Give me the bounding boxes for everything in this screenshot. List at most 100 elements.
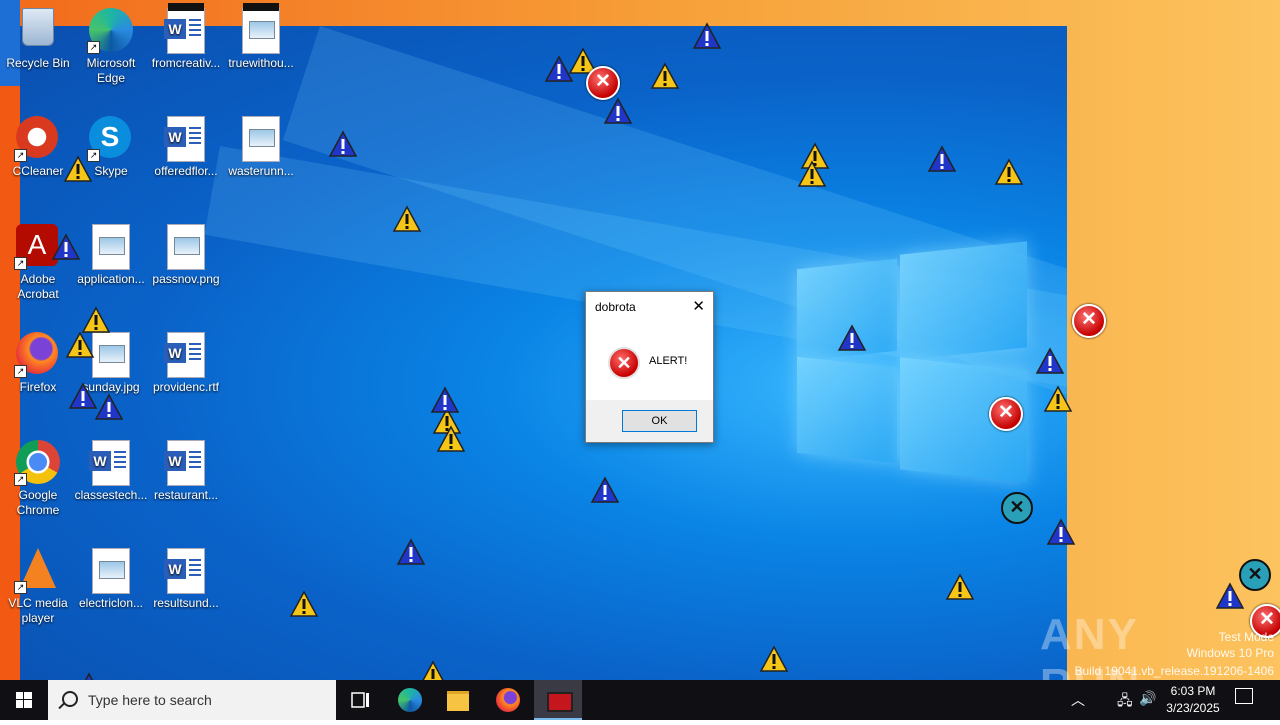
warning-icon bbox=[51, 233, 81, 261]
chevron-up-icon[interactable]: ︿ bbox=[1071, 690, 1085, 710]
desktop-icon-label: truewithou... bbox=[228, 56, 294, 70]
desktop-icon-label: fromcreativ... bbox=[151, 56, 221, 70]
desktop-icon-label: offeredflor... bbox=[154, 164, 218, 178]
dialog-message: ALERT! bbox=[649, 355, 688, 367]
desktop-icon-providenc[interactable]: W providenc.rtf bbox=[148, 326, 224, 395]
desktop-icon-application[interactable]: application... bbox=[73, 218, 149, 287]
desktop-icon-label: Microsoft Edge bbox=[86, 56, 136, 85]
search-box[interactable]: Type here to search bbox=[48, 680, 336, 720]
taskbar-edge-button[interactable] bbox=[386, 680, 434, 720]
close-icon[interactable]: ✕ bbox=[692, 297, 705, 315]
warning-icon bbox=[430, 386, 460, 414]
warning-icon bbox=[927, 145, 957, 173]
desktop-icon-classestech[interactable]: W classestech... bbox=[73, 434, 149, 503]
build-label: Build 19041.vb_release.191206-1406 bbox=[1074, 664, 1275, 678]
start-button[interactable] bbox=[0, 680, 48, 720]
volume-icon[interactable]: 🔊 bbox=[1139, 690, 1156, 707]
error-icon: ✕ bbox=[1072, 304, 1106, 338]
desktop-icon-fromcreativ[interactable]: W fromcreativ... bbox=[148, 2, 224, 71]
dialog-footer: OK bbox=[586, 400, 713, 442]
desktop-icon-label: electriclon... bbox=[78, 596, 144, 610]
word-document-icon: W bbox=[89, 440, 133, 486]
word-document-icon: W bbox=[164, 440, 208, 486]
recycle-bin-icon bbox=[16, 8, 60, 52]
warning-icon bbox=[328, 130, 358, 158]
firefox-icon: ↗ bbox=[14, 332, 60, 378]
desktop-icon-resultsund[interactable]: W resultsund... bbox=[148, 542, 224, 611]
windows-logo-pane bbox=[900, 241, 1027, 361]
image-file-icon bbox=[164, 224, 208, 270]
warning-icon bbox=[590, 476, 620, 504]
image-file-icon bbox=[89, 548, 133, 594]
desktop-icon-label: passnov.png bbox=[152, 272, 220, 286]
notification-icon[interactable] bbox=[1235, 688, 1253, 704]
warning-icon bbox=[544, 55, 574, 83]
error-icon: ✕ bbox=[608, 347, 640, 379]
desktop-icon-label: resultsund... bbox=[153, 596, 219, 610]
error-icon: ✕ bbox=[1239, 559, 1271, 591]
taskbar-malware-app-button[interactable] bbox=[534, 680, 582, 720]
warning-icon bbox=[837, 324, 867, 352]
word-document-icon: W bbox=[164, 332, 208, 378]
taskbar-firefox-button[interactable] bbox=[484, 680, 532, 720]
desktop-icon-wasterunn[interactable]: wasterunn... bbox=[223, 110, 299, 179]
warning-icon bbox=[289, 590, 319, 618]
error-icon: ✕ bbox=[989, 397, 1023, 431]
malware-app-icon bbox=[547, 692, 573, 712]
warning-icon bbox=[63, 155, 93, 183]
warning-icon bbox=[396, 538, 426, 566]
network-icon[interactable]: 🖧 bbox=[1117, 690, 1133, 714]
desktop-icon-electriclon[interactable]: electriclon... bbox=[73, 542, 149, 611]
clock-time[interactable]: 6:03 PM bbox=[1163, 684, 1223, 698]
search-icon bbox=[62, 691, 78, 707]
ccleaner-icon: ↗ bbox=[14, 116, 60, 162]
desktop-icon-label: Firefox bbox=[19, 380, 57, 394]
firefox-icon bbox=[496, 688, 520, 712]
dialog-title: dobrota bbox=[595, 300, 636, 314]
desktop-icon-label: Adobe Acrobat bbox=[17, 272, 59, 301]
word-document-icon: W bbox=[164, 116, 208, 162]
test-mode-label: Test Mode bbox=[1218, 630, 1274, 644]
error-icon: ✕ bbox=[1001, 492, 1033, 524]
clock-date[interactable]: 3/23/2025 bbox=[1163, 701, 1223, 715]
warning-icon bbox=[1035, 347, 1065, 375]
desktop-icon-label: application... bbox=[77, 272, 145, 286]
warning-icon bbox=[945, 573, 975, 601]
word-document-icon: W bbox=[164, 3, 208, 54]
ok-button[interactable]: OK bbox=[622, 410, 697, 432]
warning-icon bbox=[603, 97, 633, 125]
desktop-icon-label: wasterunn... bbox=[228, 164, 294, 178]
warning-icon bbox=[65, 331, 95, 359]
warning-icon bbox=[797, 160, 827, 188]
warning-icon bbox=[81, 306, 111, 334]
desktop-icon-restaurant[interactable]: W restaurant... bbox=[148, 434, 224, 503]
warning-icon bbox=[94, 393, 124, 421]
desktop-icon-chrome[interactable]: ↗ Google Chrome bbox=[0, 434, 76, 518]
warning-icon bbox=[692, 22, 722, 50]
task-view-button[interactable] bbox=[336, 680, 384, 720]
system-tray: ︿ 🖧 🔊 6:03 PM 3/23/2025 bbox=[1065, 680, 1280, 720]
taskbar-explorer-button[interactable] bbox=[434, 680, 482, 720]
alert-dialog: dobrota ✕ ✕ ALERT! OK bbox=[585, 291, 714, 443]
file-explorer-icon bbox=[447, 691, 469, 711]
desktop-icon-truewithou[interactable]: truewithou... bbox=[223, 2, 299, 71]
skype-icon: S ↗ bbox=[87, 116, 133, 162]
image-file-icon bbox=[239, 116, 283, 162]
desktop-icon-offeredflor[interactable]: W offeredflor... bbox=[148, 110, 224, 179]
desktop-icon-label: restaurant... bbox=[153, 488, 219, 502]
warning-icon bbox=[650, 62, 680, 90]
image-file-icon bbox=[89, 332, 133, 378]
windows-edition-label: Windows 10 Pro bbox=[1186, 646, 1274, 660]
image-file-icon bbox=[239, 3, 283, 54]
warning-icon bbox=[994, 158, 1024, 186]
desktop-icon-vlc[interactable]: ↗ VLC media player bbox=[0, 542, 76, 626]
windows-start-icon bbox=[16, 692, 32, 708]
desktop-icon-recycle-bin[interactable]: Recycle Bin bbox=[0, 2, 76, 71]
task-view-icon bbox=[351, 692, 369, 708]
desktop-icon-label: classestech... bbox=[74, 488, 148, 502]
warning-icon bbox=[1215, 582, 1245, 610]
desktop-icon-label: Google Chrome bbox=[16, 488, 60, 517]
error-icon: ✕ bbox=[586, 66, 620, 100]
desktop-icon-edge[interactable]: ↗ Microsoft Edge bbox=[73, 2, 149, 86]
desktop-icon-passnov[interactable]: passnov.png bbox=[148, 218, 224, 287]
